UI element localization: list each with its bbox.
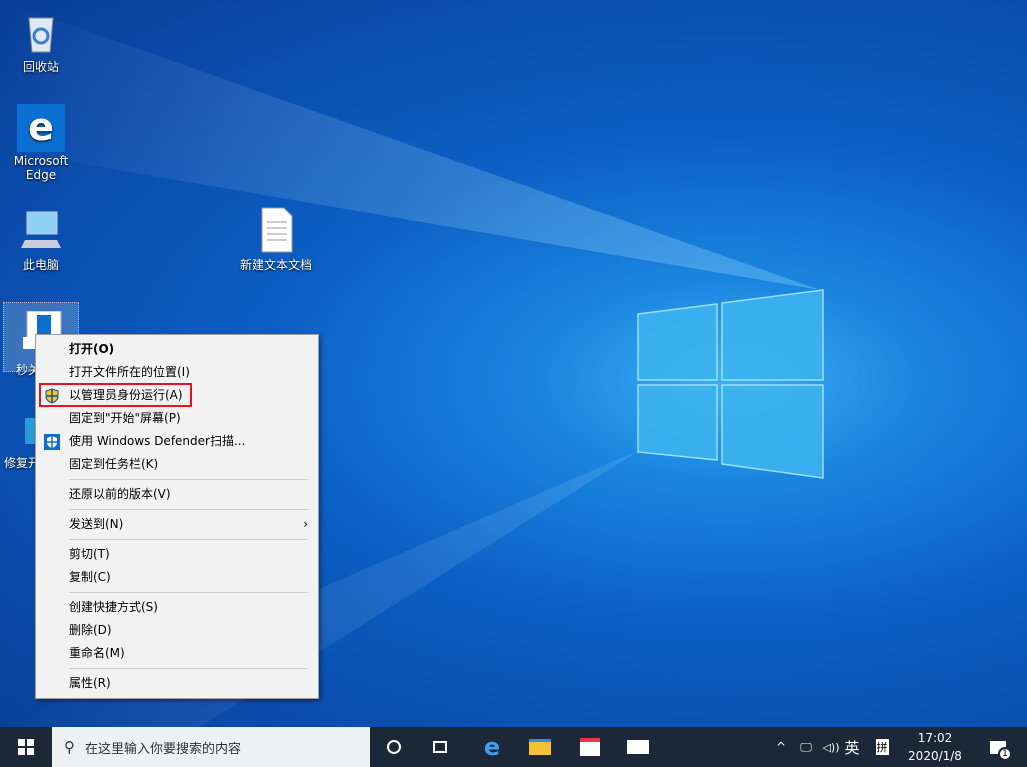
menu-item-defender-scan[interactable]: 使用 Windows Defender扫描... xyxy=(36,430,318,453)
notification-icon: 1 xyxy=(990,741,1006,754)
task-view-icon xyxy=(433,741,447,753)
folder-icon xyxy=(529,739,551,755)
network-icon[interactable]: 🖵 xyxy=(794,727,818,767)
recycle-bin-icon xyxy=(17,8,65,56)
menu-item-send-to[interactable]: 发送到(N)› xyxy=(36,513,318,536)
circle-icon xyxy=(387,740,401,754)
edge-icon: e xyxy=(484,733,500,761)
chevron-up-icon: ^ xyxy=(776,740,786,754)
menu-separator xyxy=(69,479,308,480)
taskbar: ⚲在这里输入你要搜索的内容 e ^ 🖵 ◁)) 英 拼 17:022020/1/… xyxy=(0,727,1027,767)
ime-mode[interactable]: 拼 xyxy=(870,727,894,767)
menu-separator xyxy=(69,539,308,540)
store-button[interactable] xyxy=(568,727,612,767)
computer-icon xyxy=(17,206,65,254)
mail-icon xyxy=(627,740,649,754)
menu-separator xyxy=(69,509,308,510)
desktop-icon-text-document[interactable]: 新建文本文档 xyxy=(236,206,316,273)
cortana-button[interactable] xyxy=(372,727,416,767)
menu-item-open-file-location[interactable]: 打开文件所在的位置(I) xyxy=(36,361,318,384)
menu-item-copy[interactable]: 复制(C) xyxy=(36,566,318,589)
clock[interactable]: 17:022020/1/8 xyxy=(900,727,970,767)
start-button[interactable] xyxy=(0,727,52,767)
menu-item-open[interactable]: 打开(O) xyxy=(36,338,318,361)
file-explorer-button[interactable] xyxy=(518,727,562,767)
desktop-icon-this-pc[interactable]: 此电脑 xyxy=(6,206,76,273)
menu-separator xyxy=(69,592,308,593)
search-icon: ⚲ xyxy=(64,738,75,756)
menu-separator xyxy=(69,668,308,669)
text-document-icon xyxy=(252,206,300,254)
chevron-right-icon: › xyxy=(303,513,308,536)
windows-icon xyxy=(18,739,34,755)
menu-item-pin-to-taskbar[interactable]: 固定到任务栏(K) xyxy=(36,453,318,476)
desktop-icon-recycle-bin[interactable]: 回收站 xyxy=(6,8,76,75)
desktop-icon-edge[interactable]: e Microsoft Edge xyxy=(6,104,76,182)
volume-icon[interactable]: ◁)) xyxy=(820,727,842,767)
edge-taskbar-button[interactable]: e xyxy=(470,727,514,767)
task-view-button[interactable] xyxy=(418,727,462,767)
menu-item-restore-previous-versions[interactable]: 还原以前的版本(V) xyxy=(36,483,318,506)
menu-item-properties[interactable]: 属性(R) xyxy=(36,672,318,695)
menu-item-pin-to-start[interactable]: 固定到"开始"屏幕(P) xyxy=(36,407,318,430)
menu-item-cut[interactable]: 剪切(T) xyxy=(36,543,318,566)
menu-item-create-shortcut[interactable]: 创建快捷方式(S) xyxy=(36,596,318,619)
notification-badge: 1 xyxy=(998,747,1012,761)
windows-logo-wallpaper xyxy=(638,290,823,478)
search-box[interactable]: ⚲在这里输入你要搜索的内容 xyxy=(52,727,370,767)
store-icon xyxy=(580,738,600,756)
menu-item-delete[interactable]: 删除(D) xyxy=(36,619,318,642)
ime-language[interactable]: 英 xyxy=(842,727,862,767)
edge-icon: e xyxy=(17,104,65,152)
mail-button[interactable] xyxy=(616,727,660,767)
menu-item-rename[interactable]: 重命名(M) xyxy=(36,642,318,665)
defender-icon xyxy=(44,434,60,450)
action-center-button[interactable]: 1 xyxy=(978,727,1018,767)
highlight-box xyxy=(39,383,192,407)
show-hidden-icons-button[interactable]: ^ xyxy=(772,727,790,767)
